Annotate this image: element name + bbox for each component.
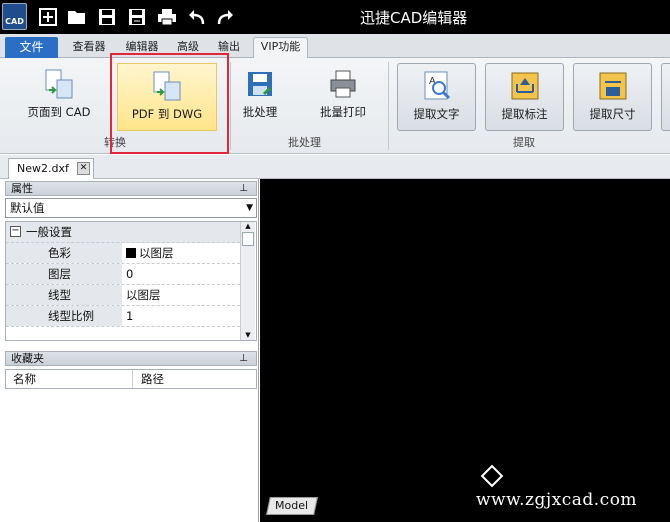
- scroll-down-icon[interactable]: ▼: [241, 331, 255, 339]
- property-grid: − 一般设置 色彩 以图层 图层 0 线型 以图层 线型比例 1 ▲ ▼: [5, 221, 257, 341]
- model-layout-tab[interactable]: Model: [266, 497, 318, 515]
- save-as-icon[interactable]: [125, 5, 149, 29]
- properties-header: 属性 ⊥: [5, 181, 257, 196]
- property-value-text: 以图层: [139, 246, 174, 260]
- extract-text-icon: A: [421, 70, 453, 102]
- pin-icon[interactable]: ⊥: [239, 352, 248, 365]
- property-key: 线型比例: [6, 306, 122, 326]
- favorites-title: 收藏夹: [11, 352, 44, 365]
- column-name[interactable]: 名称: [13, 370, 36, 388]
- window-title: 迅捷CAD编辑器: [360, 9, 468, 27]
- column-path[interactable]: 路径: [132, 370, 164, 388]
- document-tab-bar: New2.dxf ✕: [0, 155, 670, 179]
- redo-icon[interactable]: [213, 5, 237, 29]
- extract-dimension-button[interactable]: 提取尺寸: [573, 63, 652, 131]
- watermark: www.zgjxcad.com: [476, 490, 638, 510]
- more-ribbon-button[interactable]: [661, 63, 670, 131]
- model-tab-label: Model: [275, 499, 309, 512]
- pin-icon[interactable]: ⊥: [239, 182, 248, 195]
- extract-annotation-label: 提取标注: [501, 107, 548, 121]
- document-tab[interactable]: New2.dxf ✕: [8, 158, 94, 179]
- extract-text-button[interactable]: A 提取文字: [397, 63, 476, 131]
- property-value: 1: [126, 309, 134, 323]
- close-icon[interactable]: ✕: [77, 162, 90, 175]
- group-label-batch: 批处理: [288, 136, 321, 149]
- property-row-linetype[interactable]: 线型 以图层: [6, 285, 240, 306]
- properties-selector-value: 默认值: [10, 201, 45, 215]
- scroll-thumb[interactable]: [242, 232, 254, 246]
- property-value: 以图层: [124, 243, 240, 263]
- print-icon[interactable]: [155, 5, 179, 29]
- batch-print-label: 批量打印: [320, 105, 366, 119]
- property-key: 图层: [6, 264, 122, 284]
- title-bar: CAD 迅捷CAD编辑器: [0, 0, 670, 34]
- chevron-down-icon: ▼: [246, 203, 253, 213]
- highlight-frame: [110, 53, 229, 154]
- ribbon-separator: [230, 62, 231, 150]
- properties-selector[interactable]: 默认值 ▼: [5, 198, 257, 218]
- ribbon-separator: [388, 62, 389, 150]
- app-logo[interactable]: CAD: [2, 3, 27, 30]
- batch-print-icon: [327, 68, 359, 100]
- svg-text:A: A: [429, 76, 436, 87]
- extract-dimension-icon: [597, 70, 629, 102]
- property-row-linetype-scale[interactable]: 线型比例 1: [6, 306, 240, 327]
- property-key: 线型: [6, 285, 122, 305]
- group-label-extract: 提取: [513, 136, 535, 149]
- tab-viewer[interactable]: 查看器: [68, 38, 110, 58]
- favorites-table-header: 名称 路径: [5, 369, 257, 389]
- save-icon[interactable]: [95, 5, 119, 29]
- page-to-cad-button[interactable]: 页面到 CAD: [20, 68, 98, 120]
- drawing-canvas[interactable]: [260, 179, 670, 522]
- batch-print-button[interactable]: 批量打印: [315, 68, 371, 120]
- property-row-layer[interactable]: 图层 0: [6, 264, 240, 285]
- batch-process-button[interactable]: 批处理: [236, 68, 284, 120]
- property-scrollbar[interactable]: ▲ ▼: [240, 222, 255, 340]
- batch-save-icon: [244, 68, 276, 100]
- properties-title: 属性: [11, 182, 33, 195]
- color-swatch-icon: [126, 248, 136, 258]
- property-row-color[interactable]: 色彩 以图层: [6, 243, 240, 264]
- property-value: 0: [126, 267, 134, 281]
- property-section-label: 一般设置: [26, 225, 72, 239]
- extract-dimension-label: 提取尺寸: [589, 107, 636, 121]
- page-to-cad-icon: [43, 68, 75, 100]
- batch-process-label: 批处理: [242, 105, 278, 119]
- property-key: 色彩: [6, 243, 122, 263]
- extract-annotation-button[interactable]: 提取标注: [485, 63, 564, 131]
- tab-vip[interactable]: VIP功能: [253, 37, 308, 58]
- left-panel: 属性 ⊥ 默认值 ▼ − 一般设置 色彩 以图层 图层 0 线型 以图层 线型比…: [0, 179, 259, 522]
- document-tab-label: New2.dxf: [17, 162, 69, 175]
- property-value: 以图层: [126, 288, 161, 302]
- extract-text-label: 提取文字: [413, 107, 460, 121]
- ribbon-tab-bar: 文件 查看器 编辑器 高级 输出 VIP功能: [0, 34, 670, 58]
- undo-icon[interactable]: [185, 5, 209, 29]
- new-icon[interactable]: [36, 5, 60, 29]
- app-logo-text: CAD: [5, 17, 24, 26]
- extract-annotation-icon: [509, 70, 541, 102]
- collapse-icon[interactable]: −: [10, 226, 21, 237]
- open-icon[interactable]: [65, 5, 89, 29]
- property-section-row[interactable]: − 一般设置: [6, 222, 240, 243]
- page-to-cad-label: 页面到 CAD: [27, 105, 91, 119]
- scroll-up-icon[interactable]: ▲: [241, 222, 255, 230]
- tab-file[interactable]: 文件: [5, 37, 58, 58]
- favorites-header: 收藏夹 ⊥: [5, 351, 257, 366]
